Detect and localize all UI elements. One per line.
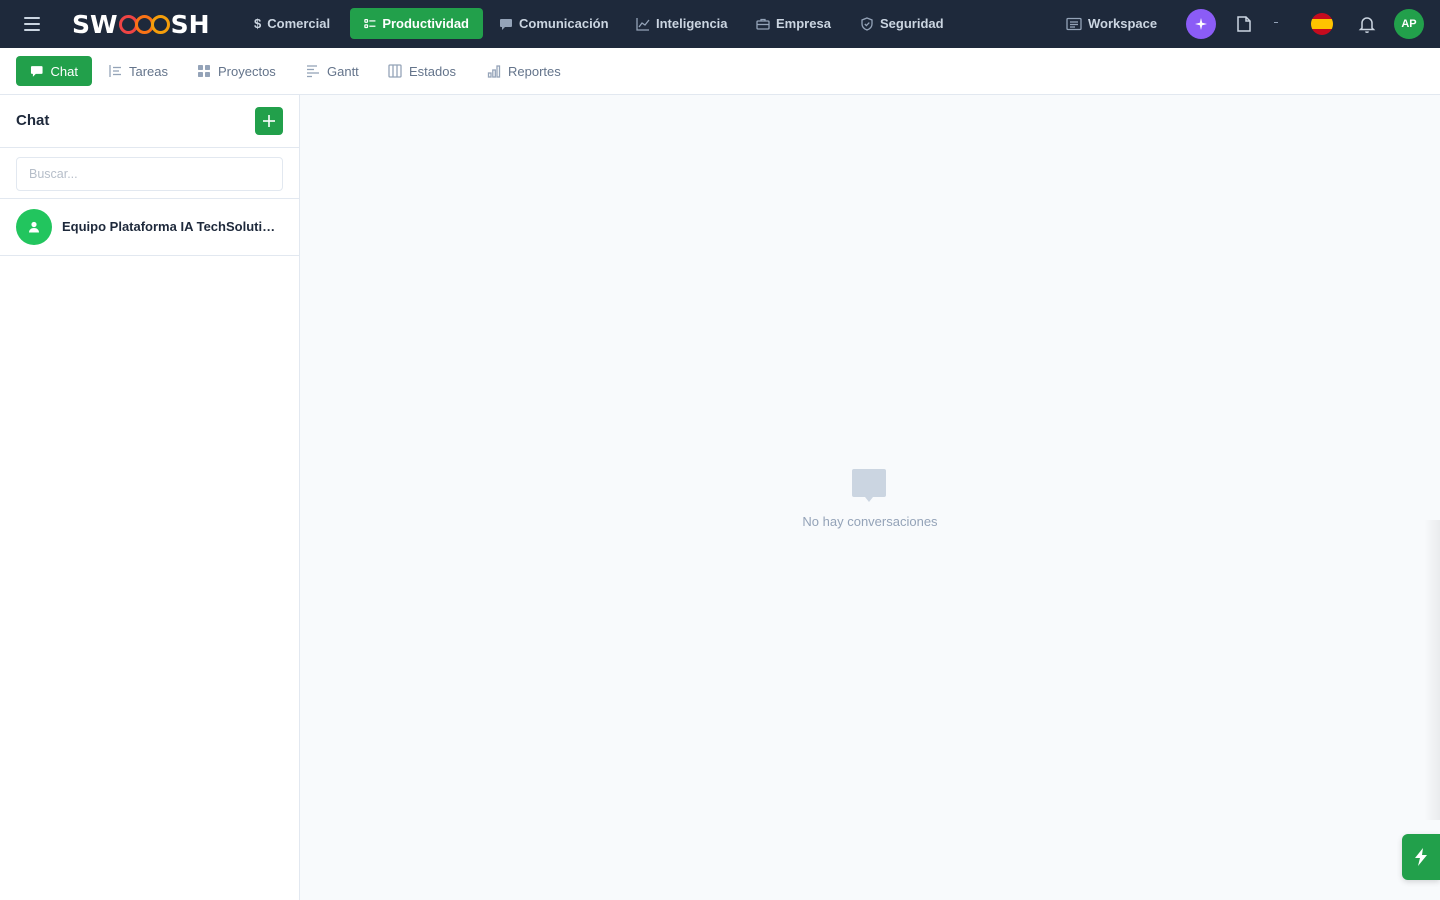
tab-proyectos[interactable]: Proyectos bbox=[183, 56, 290, 86]
panel-shadow bbox=[1424, 520, 1440, 820]
search-section bbox=[0, 148, 299, 199]
tab-label: Reportes bbox=[508, 63, 561, 79]
tab-label: Gantt bbox=[327, 63, 359, 79]
tab-reportes[interactable]: Reportes bbox=[473, 56, 575, 86]
columns-icon bbox=[388, 64, 402, 78]
nav-label: Productividad bbox=[382, 16, 469, 31]
plus-icon bbox=[263, 115, 275, 127]
nav-productividad[interactable]: Productividad bbox=[350, 8, 483, 39]
nav-label: Comunicación bbox=[519, 16, 609, 31]
logo-prefix: SW bbox=[72, 9, 118, 39]
sidebar-header: Chat bbox=[0, 95, 299, 148]
quick-actions-button[interactable] bbox=[1402, 834, 1440, 880]
nav-label: Empresa bbox=[776, 16, 831, 31]
nav-comercial[interactable]: $ Comercial bbox=[240, 8, 344, 39]
gantt-icon bbox=[307, 65, 319, 78]
shield-icon bbox=[861, 16, 873, 31]
tab-tareas[interactable]: Tareas bbox=[94, 56, 182, 86]
tab-label: Estados bbox=[409, 63, 456, 79]
tab-label: Proyectos bbox=[218, 63, 276, 79]
sidebar-title: Chat bbox=[16, 112, 50, 129]
user-icon bbox=[29, 221, 39, 233]
conversation-name: Equipo Plataforma IA TechSolutions bbox=[62, 219, 280, 234]
tab-label: Tareas bbox=[129, 63, 169, 79]
ai-assistant-button[interactable] bbox=[1186, 9, 1216, 39]
chat-bubble-icon bbox=[30, 66, 43, 77]
tab-estados[interactable]: Estados bbox=[374, 56, 470, 86]
workspace-button[interactable]: Workspace bbox=[1052, 8, 1171, 39]
document-icon[interactable] bbox=[1234, 14, 1254, 34]
chat-sidebar: Chat Equipo Plataforma IA TechSolutions bbox=[0, 95, 300, 900]
menu-icon[interactable] bbox=[22, 14, 42, 34]
new-conversation-button[interactable] bbox=[255, 107, 283, 135]
group-avatar bbox=[16, 209, 52, 245]
sub-navbar: Chat Tareas Proyectos Gantt Estados Repo… bbox=[0, 48, 1440, 95]
chat-bubble-icon bbox=[852, 469, 886, 502]
briefcase-icon bbox=[756, 18, 770, 30]
conversation-item[interactable]: Equipo Plataforma IA TechSolutions bbox=[0, 199, 299, 256]
nav-label: Seguridad bbox=[880, 16, 944, 31]
bell-icon[interactable] bbox=[1357, 14, 1377, 34]
search-input[interactable] bbox=[16, 157, 283, 191]
nav-label: Inteligencia bbox=[656, 16, 728, 31]
grid-icon bbox=[198, 65, 210, 77]
chat-bubble-icon bbox=[500, 18, 512, 30]
tab-chat[interactable]: Chat bbox=[16, 56, 92, 86]
nav-comunicacion[interactable]: Comunicación bbox=[485, 8, 623, 39]
nav-label: Comercial bbox=[267, 16, 331, 31]
separator bbox=[1274, 22, 1278, 23]
tab-gantt[interactable]: Gantt bbox=[292, 56, 373, 86]
workspace-icon bbox=[1066, 17, 1082, 30]
sparkle-icon bbox=[1195, 18, 1207, 30]
brand-logo[interactable]: SW SH bbox=[72, 8, 210, 40]
top-navbar: SW SH $ Comercial Productividad Comunicac… bbox=[0, 0, 1440, 48]
dollar-icon: $ bbox=[254, 16, 262, 31]
workspace-label: Workspace bbox=[1088, 16, 1158, 31]
logo-suffix: SH bbox=[170, 9, 210, 39]
lightning-icon bbox=[1415, 848, 1427, 866]
chat-main-panel: No hay conversaciones bbox=[300, 95, 1440, 900]
spain-flag-icon[interactable] bbox=[1311, 13, 1333, 35]
user-avatar[interactable]: AP bbox=[1394, 9, 1424, 39]
nav-seguridad[interactable]: Seguridad bbox=[846, 8, 958, 39]
nav-empresa[interactable]: Empresa bbox=[742, 8, 845, 39]
nav-inteligencia[interactable]: Inteligencia bbox=[622, 8, 742, 39]
line-chart-icon bbox=[636, 17, 650, 31]
bar-chart-icon bbox=[487, 65, 501, 78]
checklist-icon bbox=[364, 18, 376, 28]
list-icon bbox=[109, 65, 121, 77]
tab-label: Chat bbox=[50, 63, 78, 79]
empty-state-text: No hay conversaciones bbox=[802, 514, 938, 529]
